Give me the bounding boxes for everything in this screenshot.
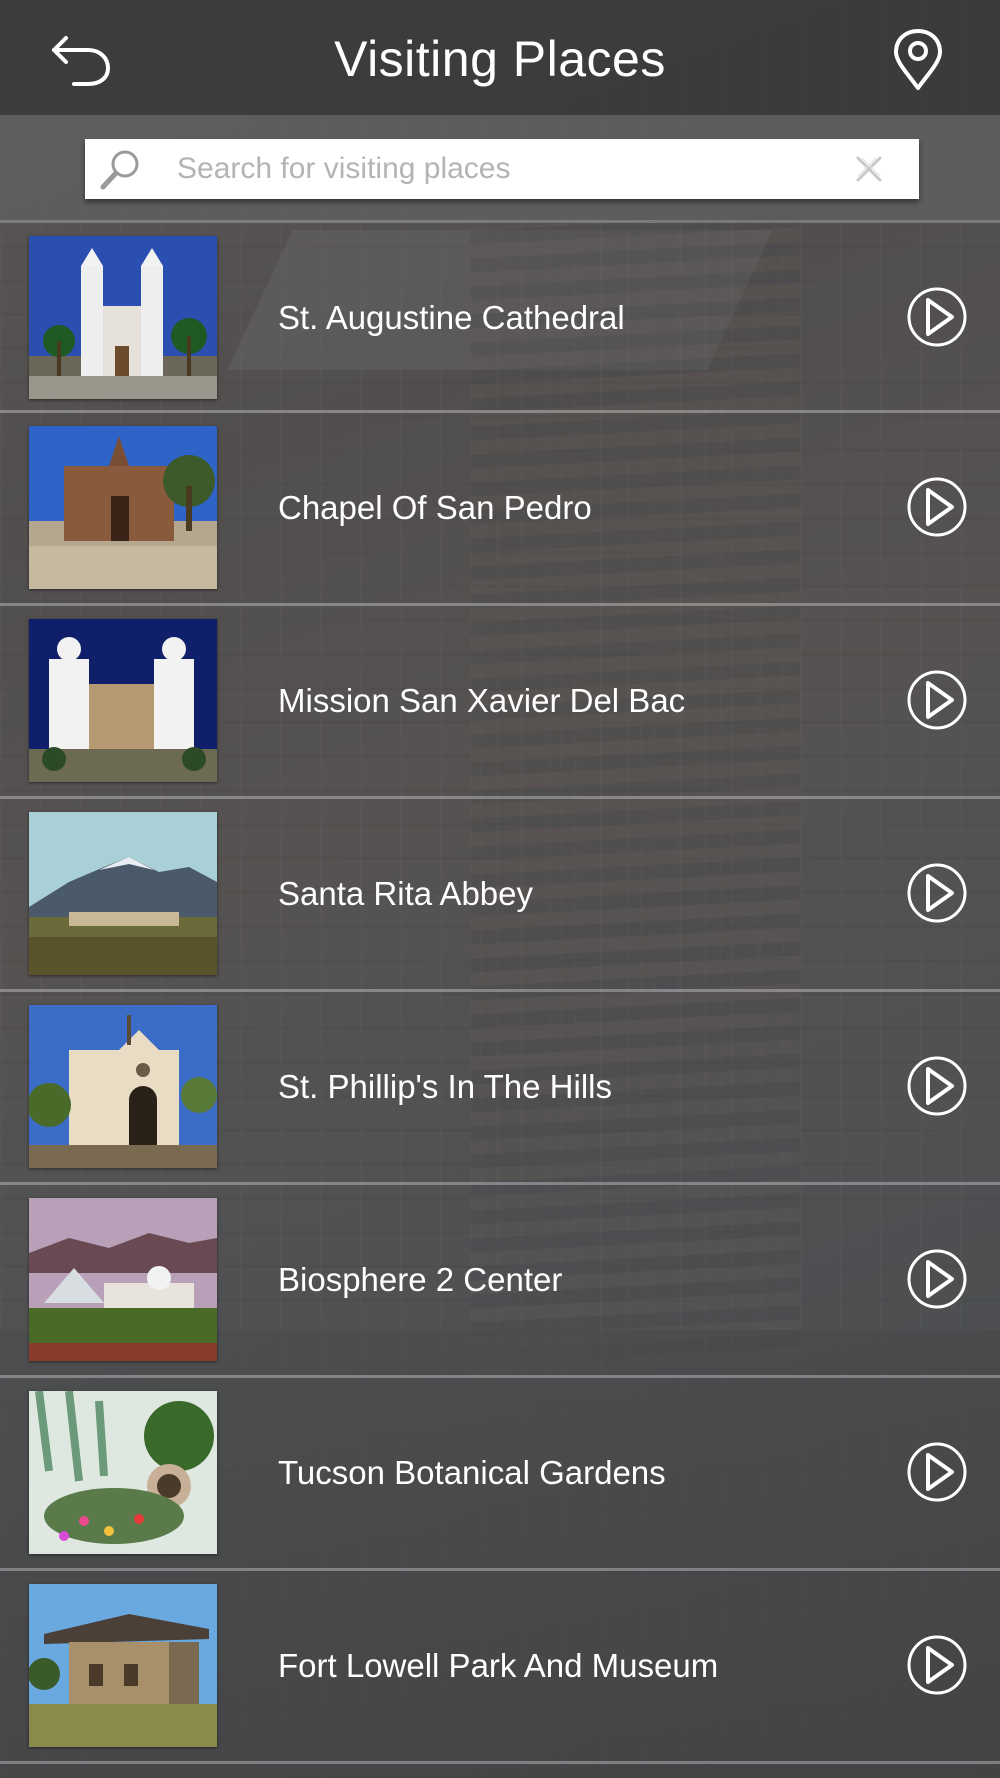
- chevron-right-circle-icon[interactable]: [906, 862, 968, 924]
- list-item[interactable]: Santa Rita Abbey: [0, 799, 1000, 992]
- place-name: Fort Lowell Park And Museum: [278, 1647, 719, 1684]
- map-button[interactable]: [890, 28, 946, 92]
- chevron-right-circle-icon[interactable]: [906, 1634, 968, 1696]
- chevron-right-circle-icon[interactable]: [906, 476, 968, 538]
- search-input[interactable]: [177, 139, 817, 199]
- list-item[interactable]: St. Phillip's In The Hills: [0, 992, 1000, 1185]
- app-header: Visiting Places: [0, 0, 1000, 115]
- place-name: Tucson Botanical Gardens: [278, 1454, 666, 1491]
- search-icon: [100, 150, 139, 190]
- places-list: St. Augustine Cathedral Chapel Of San Pe…: [0, 220, 1000, 1764]
- place-thumbnail: [29, 1391, 217, 1554]
- chevron-right-circle-icon[interactable]: [906, 669, 968, 731]
- place-thumbnail: [29, 619, 217, 782]
- map-pin-icon: [894, 29, 942, 90]
- chevron-right-circle-icon[interactable]: [906, 1441, 968, 1503]
- place-name: Chapel Of San Pedro: [278, 489, 592, 526]
- place-name: St. Phillip's In The Hills: [278, 1068, 612, 1105]
- clear-search-icon[interactable]: [853, 153, 885, 185]
- chevron-right-circle-icon[interactable]: [906, 286, 968, 348]
- place-thumbnail: [29, 1005, 217, 1168]
- place-thumbnail: [29, 1198, 217, 1361]
- place-name: Biosphere 2 Center: [278, 1261, 563, 1298]
- list-item[interactable]: Tucson Botanical Gardens: [0, 1378, 1000, 1571]
- place-thumbnail: [29, 1584, 217, 1747]
- place-name: St. Augustine Cathedral: [278, 299, 625, 336]
- place-name: Santa Rita Abbey: [278, 875, 534, 912]
- list-item[interactable]: St. Augustine Cathedral: [0, 220, 1000, 413]
- page-title: Visiting Places: [334, 31, 666, 87]
- search-box[interactable]: [85, 139, 919, 199]
- place-thumbnail: [29, 426, 217, 589]
- chevron-right-circle-icon[interactable]: [906, 1248, 968, 1310]
- place-thumbnail: [29, 236, 217, 399]
- place-name: Mission San Xavier Del Bac: [278, 682, 686, 719]
- list-item[interactable]: Mission San Xavier Del Bac: [0, 606, 1000, 799]
- chevron-right-circle-icon[interactable]: [906, 1055, 968, 1117]
- list-item[interactable]: Chapel Of San Pedro: [0, 413, 1000, 606]
- list-item[interactable]: Fort Lowell Park And Museum: [0, 1571, 1000, 1764]
- list-item[interactable]: Biosphere 2 Center: [0, 1185, 1000, 1378]
- place-thumbnail: [29, 812, 217, 975]
